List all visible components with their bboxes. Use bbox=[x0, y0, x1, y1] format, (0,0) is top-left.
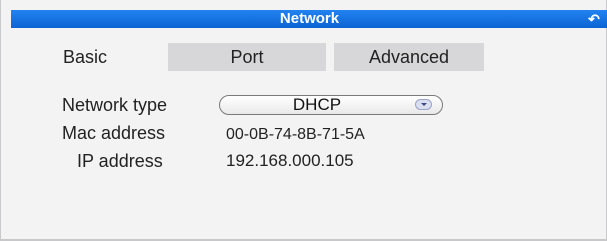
mac-address-value: 00-0B-74-8B-71-5A bbox=[226, 126, 365, 143]
tab-port[interactable]: Port bbox=[168, 43, 326, 71]
mac-address-label: Mac address bbox=[62, 123, 166, 143]
window-title: Network bbox=[279, 10, 340, 27]
network-settings-window: Network ↶ Basic Port Advanced Network ty… bbox=[0, 0, 607, 241]
tab-basic[interactable]: Basic bbox=[45, 43, 127, 71]
ip-address-value: 192.168.000.105 bbox=[226, 151, 354, 170]
undo-arrow-icon[interactable]: ↶ bbox=[586, 10, 602, 28]
network-type-value: DHCP bbox=[292, 95, 342, 114]
title-bar: Network ↶ bbox=[11, 10, 607, 28]
network-type-label: Network type bbox=[62, 95, 168, 115]
ip-address-label: IP address bbox=[77, 151, 163, 171]
chevron-down-icon bbox=[415, 99, 432, 110]
network-type-select[interactable]: DHCP bbox=[219, 95, 443, 115]
tab-advanced[interactable]: Advanced bbox=[334, 43, 484, 71]
